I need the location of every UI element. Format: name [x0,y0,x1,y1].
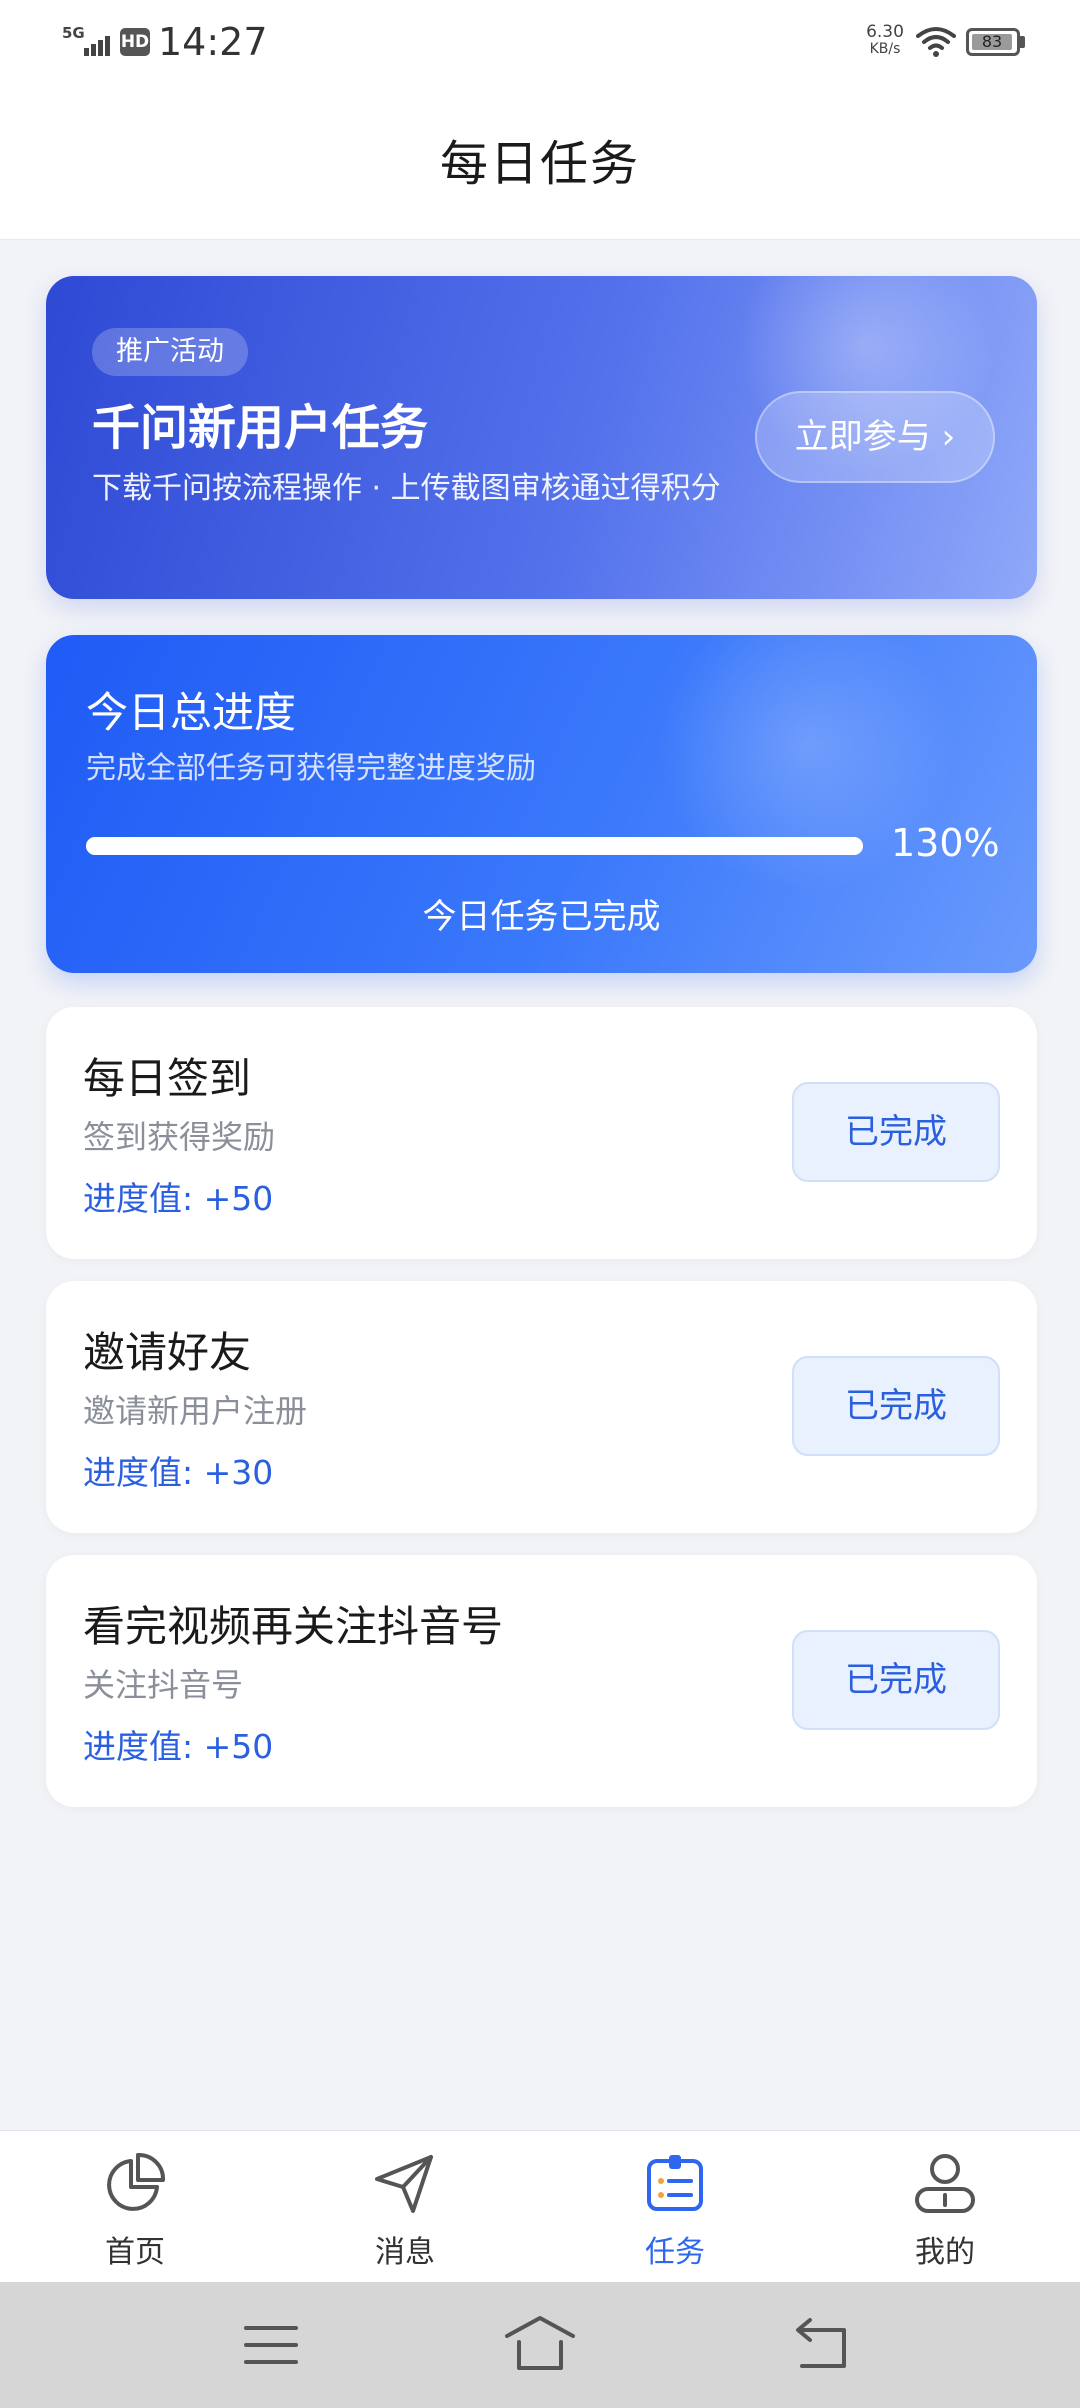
task-card-invite: 邀请好友 邀请新用户注册 进度值: +30 已完成 [46,1281,1037,1533]
task-points: 进度值: +50 [83,1727,274,1766]
network-speed: 6.30 KB/s [862,24,908,58]
task-description: 签到获得奖励 [83,1118,276,1156]
task-card-checkin: 每日签到 签到获得奖励 进度值: +50 已完成 [46,1007,1037,1259]
send-icon [375,2155,433,2213]
progress-track [86,837,863,855]
page-title: 每日任务 [439,136,640,192]
task-title: 看完视频再关注抖音号 [83,1602,504,1651]
network-speed-unit: KB/s [869,41,901,57]
page-header: 每日任务 [0,84,1080,240]
battery-tip [1020,36,1025,48]
progress-percent: 130% [891,821,1000,865]
nav-label: 消息 [375,2235,435,2270]
progress-status: 今日任务已完成 [422,897,661,937]
battery-icon: 83 [966,28,1020,56]
status-time: 14:27 [158,20,268,64]
hd-badge: HD [120,28,150,56]
signal-icon: 5G [62,24,110,56]
nav-item-home[interactable]: 首页 [0,2131,270,2283]
network-label: 5G [62,24,85,42]
task-completed-button[interactable]: 已完成 [792,1356,1000,1456]
promo-tag: 推广活动 [92,328,248,376]
nav-item-profile[interactable]: 我的 [810,2131,1080,2283]
task-points: 进度值: +50 [83,1179,274,1218]
progress-card: 今日总进度 完成全部任务可获得完整进度奖励 130% 今日任务已完成 [46,635,1037,973]
battery-level: 83 [972,34,1012,50]
bottom-nav: 首页 消息 任务 我的 [0,2130,1080,2282]
system-nav-bar [0,2282,1080,2408]
back-icon[interactable] [788,2312,858,2378]
progress-title: 今日总进度 [86,688,297,737]
progress-subtitle: 完成全部任务可获得完整进度奖励 [86,751,536,786]
task-description: 关注抖音号 [83,1666,244,1704]
task-title: 每日签到 [83,1054,252,1103]
promo-description: 下载千问按流程操作 · 上传截图审核通过得积分 [92,471,721,506]
user-icon [915,2154,975,2213]
task-title: 邀请好友 [83,1328,252,1377]
wifi-icon [916,27,956,57]
task-list-icon [647,2155,703,2211]
task-completed-button[interactable]: 已完成 [792,1630,1000,1730]
home-icon[interactable] [505,2312,575,2378]
pie-chart-icon [107,2153,165,2211]
task-description: 邀请新用户注册 [83,1392,308,1430]
join-now-button[interactable]: 立即参与 › [755,391,995,483]
task-card-follow: 看完视频再关注抖音号 关注抖音号 进度值: +50 已完成 [46,1555,1037,1807]
task-completed-button[interactable]: 已完成 [792,1082,1000,1182]
promo-banner[interactable]: 推广活动 千问新用户任务 下载千问按流程操作 · 上传截图审核通过得积分 立即参… [46,276,1037,599]
nav-label: 任务 [645,2235,705,2270]
nav-item-messages[interactable]: 消息 [270,2131,540,2283]
status-bar: 5G HD 14:27 6.30 KB/s 83 [0,0,1080,84]
promo-title: 千问新用户任务 [92,400,429,456]
task-points: 进度值: +30 [83,1453,274,1492]
nav-label: 我的 [915,2235,975,2270]
nav-item-tasks[interactable]: 任务 [540,2131,810,2283]
progress-fill [86,837,863,855]
network-speed-value: 6.30 [866,22,904,42]
nav-label: 首页 [105,2235,165,2270]
menu-icon[interactable] [236,2312,306,2378]
